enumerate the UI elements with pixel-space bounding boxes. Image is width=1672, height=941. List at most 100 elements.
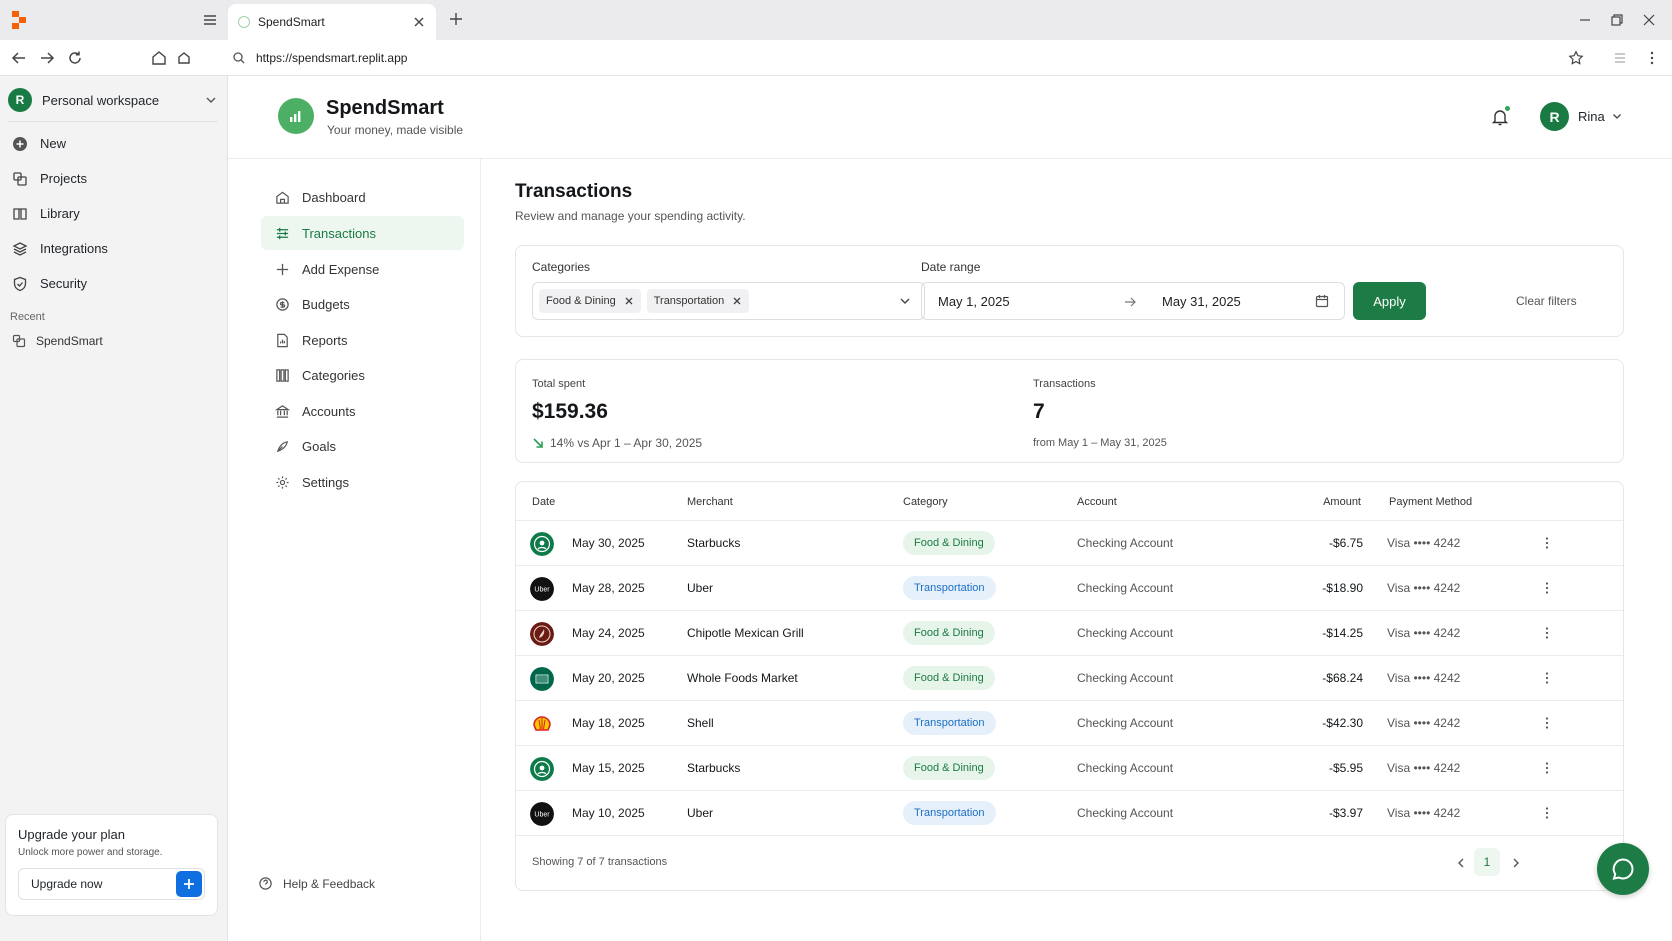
reload-icon[interactable]: [66, 49, 84, 67]
row-date: May 15, 2025: [572, 761, 645, 775]
clear-filters-button[interactable]: Clear filters: [1516, 294, 1577, 308]
nav-dashboard[interactable]: Dashboard: [261, 180, 464, 214]
projects-icon: [13, 171, 27, 186]
date-to[interactable]: May 31, 2025: [1162, 294, 1241, 309]
site-icon[interactable]: [175, 49, 193, 67]
replit-logo-icon[interactable]: [10, 10, 30, 30]
back-arrow-icon[interactable]: [10, 49, 28, 67]
column-header-merchant[interactable]: Merchant: [687, 496, 733, 508]
row-amount: -$6.75: [1328, 536, 1363, 550]
nav-add-expense[interactable]: Add Expense: [261, 252, 464, 286]
chat-support-button[interactable]: [1597, 843, 1649, 895]
forward-arrow-icon[interactable]: [38, 49, 56, 67]
table-row[interactable]: May 15, 2025 Starbucks Food & Dining Checki…: [516, 746, 1623, 791]
table-row[interactable]: Uber May 10, 2025 Uber Transportation Checki…: [516, 791, 1623, 836]
row-amount: -$68.24: [1322, 671, 1363, 685]
date-from[interactable]: May 1, 2025: [938, 294, 1010, 309]
restore-icon[interactable]: [1609, 12, 1625, 28]
ws-item-security[interactable]: Security: [10, 266, 220, 301]
calendar-icon[interactable]: [1315, 294, 1329, 308]
nav-label: Dashboard: [302, 189, 366, 205]
menu-icon[interactable]: [202, 12, 218, 28]
chevron-left-icon[interactable]: [1454, 856, 1468, 870]
more-vertical-icon[interactable]: [1540, 761, 1554, 775]
more-vertical-icon[interactable]: [1540, 581, 1554, 595]
home-icon[interactable]: [150, 49, 168, 67]
remove-chip-icon[interactable]: [732, 296, 742, 306]
site-info-icon[interactable]: [232, 51, 246, 65]
help-feedback-link[interactable]: Help & Feedback: [258, 876, 375, 891]
nav-goals[interactable]: Goals: [261, 429, 464, 463]
column-header-date[interactable]: Date: [532, 496, 555, 508]
nav-budgets[interactable]: Budgets: [261, 287, 464, 321]
plus-circle-icon: [13, 136, 27, 151]
ws-item-new[interactable]: New: [10, 126, 220, 161]
plus-icon[interactable]: [176, 871, 202, 897]
new-tab-icon[interactable]: [448, 11, 464, 27]
remove-chip-icon[interactable]: [624, 296, 634, 306]
categories-icon: [276, 368, 289, 382]
recent-item-spendsmart[interactable]: SpendSmart: [12, 334, 103, 348]
upgrade-card: Upgrade your plan Unlock more power and …: [5, 814, 218, 916]
ws-item-projects[interactable]: Projects: [10, 161, 220, 196]
row-payment-method: Visa •••• 4242: [1387, 716, 1461, 730]
ws-item-library[interactable]: Library: [10, 196, 220, 231]
table-row[interactable]: May 18, 2025 Shell Transportation Checking …: [516, 701, 1623, 746]
chevron-down-icon[interactable]: [898, 294, 912, 308]
table-row[interactable]: May 20, 2025 Whole Foods Market Food & Din…: [516, 656, 1623, 701]
user-avatar[interactable]: R: [1540, 102, 1569, 131]
apply-button[interactable]: Apply: [1353, 282, 1426, 320]
nav-transactions[interactable]: Transactions: [261, 216, 464, 250]
address-bar[interactable]: https://spendsmart.replit.app: [232, 46, 1612, 70]
row-date: May 20, 2025: [572, 671, 645, 685]
svg-text:Uber: Uber: [534, 587, 550, 594]
ws-item-label: Projects: [40, 171, 87, 186]
table-row[interactable]: May 24, 2025 Chipotle Mexican Grill Food &…: [516, 611, 1623, 656]
notification-dot: [1504, 105, 1511, 112]
brand-logo-icon[interactable]: [278, 98, 314, 134]
nav-settings[interactable]: Settings: [261, 465, 464, 499]
transactions-count-label: Transactions: [1033, 378, 1096, 390]
url-text[interactable]: https://spendsmart.replit.app: [256, 51, 407, 65]
recent-label: Recent: [10, 311, 45, 323]
chevron-down-icon: [204, 93, 218, 107]
more-vertical-icon[interactable]: [1644, 50, 1660, 66]
tab-title: SpendSmart: [258, 15, 325, 29]
nav-categories[interactable]: Categories: [261, 358, 464, 392]
more-vertical-icon[interactable]: [1540, 536, 1554, 550]
close-window-icon[interactable]: [1641, 12, 1657, 28]
workspace-avatar: R: [8, 88, 32, 112]
nav-label: Budgets: [302, 296, 350, 312]
more-vertical-icon[interactable]: [1540, 626, 1554, 640]
nav-reports[interactable]: Reports: [261, 323, 464, 357]
more-vertical-icon[interactable]: [1540, 716, 1554, 730]
more-vertical-icon[interactable]: [1540, 806, 1554, 820]
more-vertical-icon[interactable]: [1540, 671, 1554, 685]
chevron-right-icon[interactable]: [1509, 856, 1523, 870]
browser-tab[interactable]: SpendSmart: [228, 4, 436, 40]
workspace-switcher[interactable]: R Personal workspace: [8, 86, 218, 114]
ws-item-integrations[interactable]: Integrations: [10, 231, 220, 266]
close-tab-icon[interactable]: [412, 15, 426, 29]
user-name[interactable]: Rina: [1578, 109, 1605, 124]
column-header-amount[interactable]: Amount: [1323, 496, 1361, 508]
row-merchant: Uber: [687, 806, 714, 820]
categories-label: Categories: [532, 260, 591, 274]
table-row[interactable]: May 30, 2025 Starbucks Food & Dining Checki…: [516, 521, 1623, 566]
column-header-category[interactable]: Category: [903, 496, 948, 508]
chevron-down-icon[interactable]: [1611, 110, 1623, 122]
column-header-account[interactable]: Account: [1077, 496, 1117, 508]
upgrade-now-button[interactable]: Upgrade now: [18, 868, 205, 900]
browser-tab-strip: SpendSmart: [0, 0, 1672, 40]
bookmark-star-icon[interactable]: [1568, 50, 1584, 66]
minimize-icon[interactable]: [1577, 12, 1593, 28]
row-payment-method: Visa •••• 4242: [1387, 626, 1461, 640]
nav-accounts[interactable]: Accounts: [261, 394, 464, 428]
date-range-picker[interactable]: May 1, 2025 May 31, 2025: [921, 282, 1345, 320]
table-row[interactable]: Uber May 28, 2025 Uber Transportation Checki…: [516, 566, 1623, 611]
page-number-button[interactable]: 1: [1474, 848, 1500, 876]
column-header-payment-method[interactable]: Payment Method: [1389, 496, 1472, 508]
showing-count: Showing 7 of 7 transactions: [532, 856, 668, 868]
extensions-icon[interactable]: [1612, 50, 1628, 66]
categories-multiselect[interactable]: Food & Dining Transportation: [532, 282, 925, 320]
